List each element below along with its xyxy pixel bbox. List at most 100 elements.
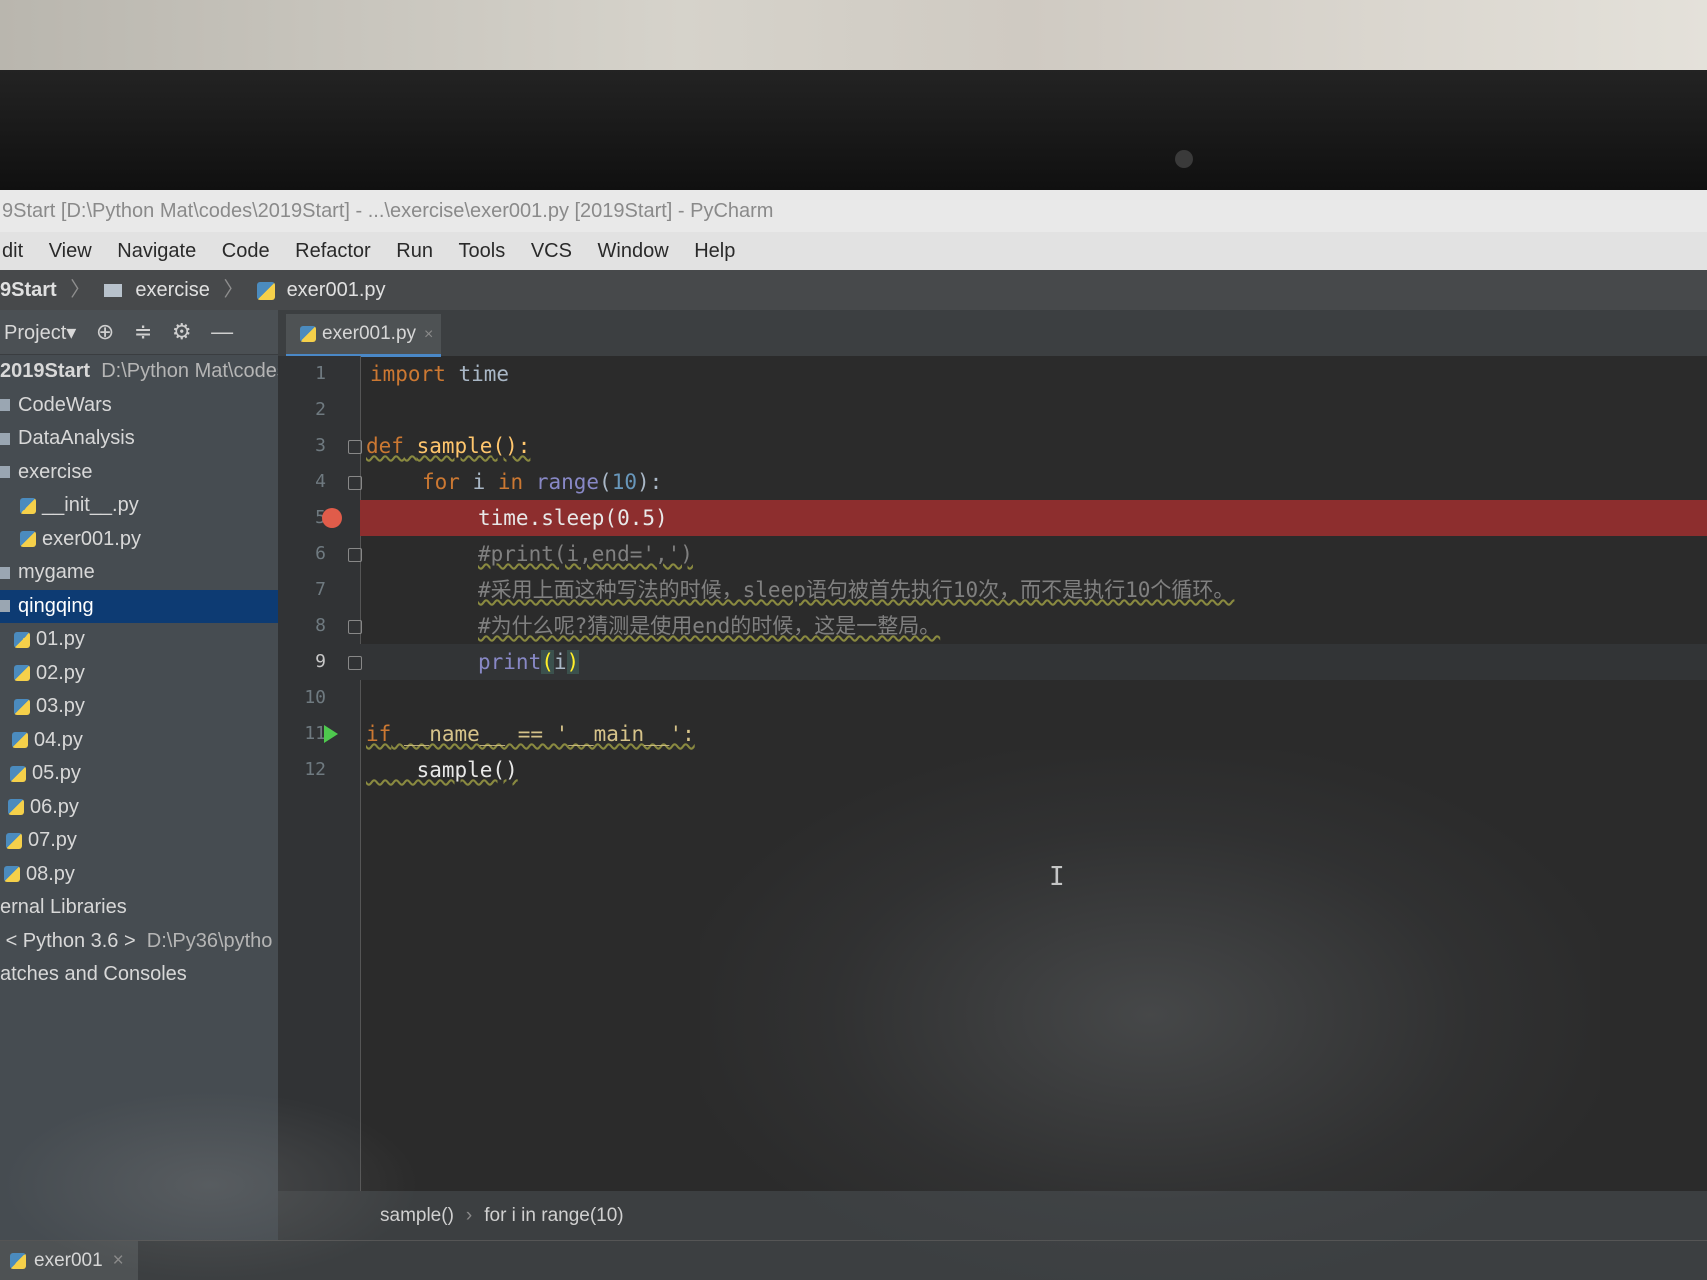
code-comment: #print(i,end=',') <box>478 542 693 566</box>
menu-tools[interactable]: Tools <box>459 232 506 270</box>
folder-icon <box>0 466 10 479</box>
line-number: 9 <box>315 651 326 672</box>
tree-folder-exercise[interactable]: exercise <box>0 456 278 490</box>
tree-external-libraries[interactable]: ernal Libraries <box>0 891 278 925</box>
menu-vcs[interactable]: VCS <box>531 232 572 270</box>
tree-python-sdk[interactable]: < Python 3.6 > D:\Py36\pytho <box>0 925 278 959</box>
code-line: 2 <box>315 392 1707 428</box>
tree-file-07[interactable]: 07.py <box>0 824 278 858</box>
tree-item-label: exer001.py <box>42 527 141 550</box>
tree-file-03[interactable]: 03.py <box>0 690 278 724</box>
folder-icon <box>0 432 10 445</box>
bottom-tool-bar: exer001 × <box>0 1240 1707 1280</box>
fold-icon[interactable] <box>348 620 362 634</box>
folder-icon <box>0 566 10 579</box>
menu-refactor[interactable]: Refactor <box>295 232 371 270</box>
fold-icon[interactable] <box>348 440 362 454</box>
code-line: 10 <box>304 680 1707 716</box>
menu-help[interactable]: Help <box>694 232 735 270</box>
python-file-icon <box>300 325 316 342</box>
tree-folder-mygame[interactable]: mygame <box>0 556 278 590</box>
tree-file-exer001[interactable]: exer001.py <box>0 523 278 557</box>
project-view-dropdown[interactable]: Project▾ <box>4 311 76 355</box>
nav-file[interactable]: exer001.py <box>287 270 386 310</box>
fold-icon[interactable] <box>348 548 362 562</box>
code-text: import time <box>370 362 510 386</box>
tree-file-08[interactable]: 08.py <box>0 858 278 892</box>
nav-project[interactable]: 9Start <box>0 270 57 310</box>
code-text: time.sleep(0.5) <box>478 506 668 530</box>
tree-item-label: 03.py <box>36 695 85 717</box>
fold-icon[interactable] <box>348 476 362 490</box>
tree-scratches[interactable]: atches and Consoles <box>0 958 278 992</box>
code-text: print(i) <box>478 650 580 674</box>
menu-code[interactable]: Code <box>222 232 270 270</box>
tree-folder-qingqing[interactable]: qingqing <box>0 589 278 623</box>
run-tab[interactable]: exer001 × <box>0 1241 138 1280</box>
close-icon[interactable]: × <box>113 1250 124 1271</box>
line-number: 10 <box>304 687 326 708</box>
menu-view[interactable]: View <box>49 232 92 270</box>
menu-run[interactable]: Run <box>396 232 433 270</box>
line-number: 2 <box>315 399 326 420</box>
tree-item-label: exercise <box>18 460 93 483</box>
python-file-icon <box>14 665 30 682</box>
tree-folder-dataanalysis[interactable]: DataAnalysis <box>0 422 278 456</box>
tree-item-label: CodeWars <box>18 393 112 416</box>
menu-window[interactable]: Window <box>598 232 669 270</box>
tree-item-label: 02.py <box>36 661 85 684</box>
tree-root[interactable]: 2019Start D:\Python Mat\codes <box>0 355 278 389</box>
tree-item-label: 05.py <box>32 762 81 784</box>
breadcrumb-loop[interactable]: for i in range(10) <box>484 1191 623 1240</box>
run-tab-label: exer001 <box>34 1250 103 1271</box>
tree-file-01[interactable]: 01.py <box>0 623 278 657</box>
nav-folder[interactable]: exercise <box>135 270 209 310</box>
tree-file-04[interactable]: 04.py <box>0 724 278 758</box>
tree-folder-codewars[interactable]: CodeWars <box>0 389 278 423</box>
tree-file-06[interactable]: 06.py <box>0 791 278 825</box>
code-text: if __name__ == '__main__': <box>366 722 695 746</box>
line-number: 12 <box>304 759 326 780</box>
code-line: 12 sample() <box>304 752 1707 788</box>
current-line: 9 print(i) <box>315 644 1707 680</box>
code-text: for i in range(10): <box>422 470 663 494</box>
line-number: 6 <box>315 543 326 564</box>
tree-item-label: 04.py <box>34 728 83 751</box>
code-line: 8 #为什么呢?猜测是使用end的时候，这是一整局。 <box>315 608 1707 644</box>
code-line: 6 #print(i,end=',') <box>315 536 1707 572</box>
breakpoint-line: 5 time.sleep(0.5) <box>315 500 1707 536</box>
tab-label: exer001.py <box>322 323 417 344</box>
pycharm-window: 9Start [D:\Python Mat\codes\2019Start] -… <box>0 190 1707 1280</box>
close-icon[interactable]: × <box>424 326 433 343</box>
fold-icon[interactable] <box>348 656 362 670</box>
python-file-icon <box>12 732 28 749</box>
tree-file-05[interactable]: 05.py <box>0 757 278 791</box>
editor-tab-bar: exer001.py × <box>278 310 1707 357</box>
collapse-all-icon[interactable]: ≑ <box>134 310 152 354</box>
code-area[interactable]: 1 import time 2 3 def sample(): 4 for i … <box>304 356 1707 1191</box>
project-tree: 2019Start D:\Python Mat\codes CodeWars D… <box>0 355 278 992</box>
breadcrumb-function[interactable]: sample() <box>380 1191 454 1240</box>
tree-file-02[interactable]: 02.py <box>0 657 278 691</box>
run-icon[interactable] <box>324 725 338 743</box>
gear-icon[interactable]: ⚙ <box>172 310 192 354</box>
menu-edit[interactable]: dit <box>2 232 23 270</box>
tree-item-label: __init__.py <box>42 494 139 516</box>
code-line: 7 #采用上面这种写法的时候，sleep语句被首先执行10次，而不是执行10个循… <box>315 572 1707 608</box>
breakpoint-icon[interactable] <box>322 508 342 528</box>
tree-item-label: DataAnalysis <box>18 427 135 449</box>
code-text: sample() <box>366 758 518 782</box>
navigation-bar: 9Start 〉 exercise 〉 exer001.py <box>0 270 1707 310</box>
tab-exer001[interactable]: exer001.py × <box>286 314 441 357</box>
chevron-right-icon: › <box>465 1205 473 1226</box>
locate-icon[interactable]: ⊕ <box>96 310 114 354</box>
project-panel-header: Project▾ ⊕ ≑ ⚙ — <box>0 310 278 355</box>
menu-navigate[interactable]: Navigate <box>117 232 196 270</box>
title-bar: 9Start [D:\Python Mat\codes\2019Start] -… <box>0 190 1707 232</box>
hide-icon[interactable]: — <box>211 310 233 354</box>
tree-file-init[interactable]: __init__.py <box>0 489 278 523</box>
line-number: 11 <box>304 723 326 744</box>
tree-item-label: qingqing <box>18 594 94 617</box>
python-file-icon <box>8 799 24 816</box>
folder-icon <box>103 284 122 298</box>
